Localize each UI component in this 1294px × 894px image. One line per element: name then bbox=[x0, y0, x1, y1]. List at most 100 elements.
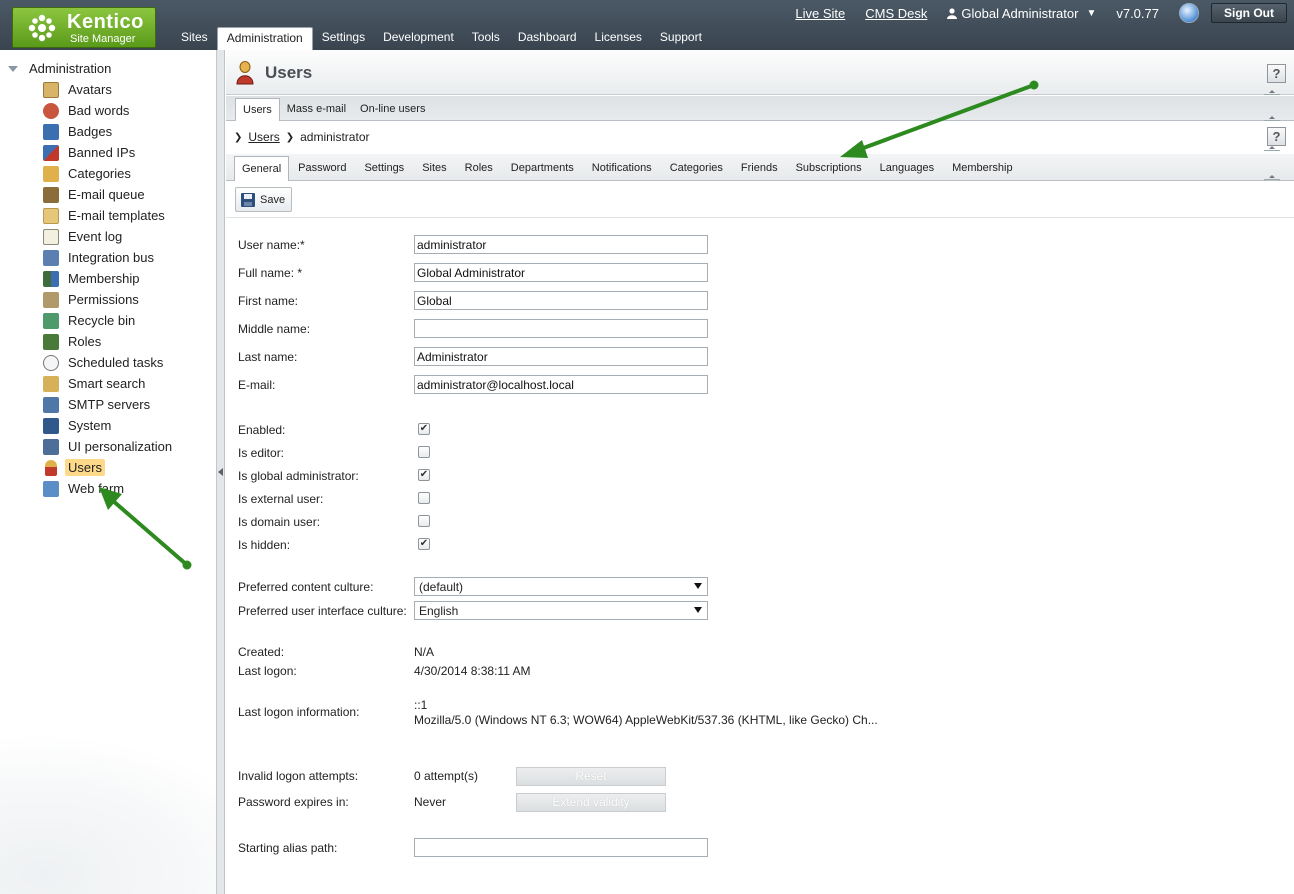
sidebar-item-system[interactable]: System bbox=[43, 415, 175, 436]
sidebar-item-integration-bus[interactable]: Integration bus bbox=[43, 247, 175, 268]
content-culture-value: (default) bbox=[419, 580, 464, 594]
tab-password[interactable]: Password bbox=[289, 156, 355, 181]
sidebar-item-badges[interactable]: Badges bbox=[43, 121, 175, 142]
tab-administration[interactable]: Administration bbox=[216, 27, 313, 50]
tab-subscriptions[interactable]: Subscriptions bbox=[787, 156, 871, 181]
tree-root-label: Administration bbox=[29, 61, 112, 76]
sidebar-item-smart-search[interactable]: Smart search bbox=[43, 373, 175, 394]
starting-alias-input[interactable] bbox=[414, 838, 708, 857]
globe-icon[interactable] bbox=[1179, 3, 1199, 23]
help-button[interactable]: ? bbox=[1267, 127, 1286, 146]
first-name-label: First name: bbox=[238, 294, 299, 308]
first-name-input[interactable] bbox=[414, 291, 708, 310]
tab-settings[interactable]: Settings bbox=[313, 27, 374, 50]
collapse-triangle-icon[interactable] bbox=[8, 65, 18, 72]
is-domain-user-checkbox[interactable] bbox=[418, 515, 430, 527]
tab-categories[interactable]: Categories bbox=[661, 156, 732, 181]
sub-tabs: Users Mass e-mail On-line users bbox=[235, 98, 432, 121]
breadcrumb: ❯ Users ❯ administrator bbox=[234, 130, 369, 144]
tree-root[interactable]: Administration bbox=[8, 61, 111, 76]
tab-general[interactable]: General bbox=[234, 156, 290, 181]
users-icon bbox=[45, 459, 57, 476]
extend-validity-button[interactable]: Extend validity bbox=[516, 793, 666, 812]
kentico-logo[interactable]: Kentico Site Manager bbox=[12, 7, 156, 48]
sidebar-item-label: SMTP servers bbox=[68, 397, 151, 412]
ui-culture-label: Preferred user interface culture: bbox=[238, 604, 407, 618]
content-culture-select[interactable]: (default) bbox=[414, 577, 708, 596]
is-hidden-checkbox[interactable]: ✔ bbox=[418, 538, 430, 550]
sidebar-item-banned-ips[interactable]: Banned IPs bbox=[43, 142, 175, 163]
tab-tools[interactable]: Tools bbox=[463, 27, 509, 50]
tab-mass-email[interactable]: Mass e-mail bbox=[280, 98, 353, 121]
invalid-logon-value: 0 attempt(s) bbox=[414, 769, 479, 783]
sidebar-item-smtp-servers[interactable]: SMTP servers bbox=[43, 394, 175, 415]
breadcrumb-users-link[interactable]: Users bbox=[248, 130, 279, 144]
middle-name-input[interactable] bbox=[414, 319, 708, 338]
full-name-input[interactable] bbox=[414, 263, 708, 282]
is-editor-checkbox[interactable] bbox=[418, 446, 430, 458]
last-name-input[interactable] bbox=[414, 347, 708, 366]
panel-splitter[interactable] bbox=[217, 50, 225, 894]
live-site-link[interactable]: Live Site bbox=[795, 6, 845, 21]
tab-dashboard[interactable]: Dashboard bbox=[509, 27, 586, 50]
tab-languages[interactable]: Languages bbox=[871, 156, 943, 181]
email-label: E-mail: bbox=[238, 378, 276, 392]
sidebar-item-email-queue[interactable]: E-mail queue bbox=[43, 184, 175, 205]
help-button[interactable]: ? bbox=[1267, 64, 1286, 83]
is-external-user-label: Is external user: bbox=[238, 492, 324, 506]
is-global-admin-label: Is global administrator: bbox=[238, 469, 359, 483]
is-global-admin-checkbox[interactable]: ✔ bbox=[418, 469, 430, 481]
sidebar-item-event-log[interactable]: Event log bbox=[43, 226, 175, 247]
title-bar: Users ? bbox=[226, 50, 1294, 95]
reset-button[interactable]: Reset bbox=[516, 767, 666, 786]
sidebar-item-scheduled-tasks[interactable]: Scheduled tasks bbox=[43, 352, 175, 373]
tab-online-users[interactable]: On-line users bbox=[353, 98, 432, 121]
chevron-down-icon bbox=[694, 607, 702, 613]
user-menu[interactable]: Global Administrator ▼ bbox=[947, 6, 1096, 21]
sidebar-item-label: E-mail queue bbox=[68, 187, 145, 202]
sidebar-item-roles[interactable]: Roles bbox=[43, 331, 175, 352]
email-input[interactable] bbox=[414, 375, 708, 394]
kentico-flower-icon bbox=[28, 14, 56, 42]
cms-desk-link[interactable]: CMS Desk bbox=[865, 6, 927, 21]
tab-sites[interactable]: Sites bbox=[413, 156, 455, 181]
permissions-icon bbox=[43, 291, 59, 308]
tab-departments[interactable]: Departments bbox=[502, 156, 583, 181]
sign-out-button[interactable]: Sign Out bbox=[1211, 3, 1287, 23]
last-logon-ip: ::1 bbox=[414, 698, 428, 712]
sidebar-item-avatars[interactable]: Avatars bbox=[43, 79, 175, 100]
user-name-input[interactable] bbox=[414, 235, 708, 254]
tab-licenses[interactable]: Licenses bbox=[586, 27, 651, 50]
sidebar-item-permissions[interactable]: Permissions bbox=[43, 289, 175, 310]
tab-membership[interactable]: Membership bbox=[943, 156, 1022, 181]
tab-support[interactable]: Support bbox=[651, 27, 711, 50]
save-button[interactable]: Save bbox=[235, 187, 292, 212]
sidebar-item-ui-personalization[interactable]: UI personalization bbox=[43, 436, 175, 457]
tab-roles[interactable]: Roles bbox=[456, 156, 502, 181]
is-hidden-label: Is hidden: bbox=[238, 538, 291, 552]
tab-users[interactable]: Users bbox=[235, 98, 280, 121]
sidebar-item-web-farm[interactable]: Web farm bbox=[43, 478, 175, 499]
chevron-right-icon: ❯ bbox=[285, 131, 295, 143]
user-tabs-bar: General Password Settings Sites Roles De… bbox=[226, 154, 1294, 181]
collapse-subtabs-icon[interactable] bbox=[1264, 116, 1280, 125]
sidebar-item-users[interactable]: Users bbox=[43, 457, 175, 478]
tab-friends[interactable]: Friends bbox=[732, 156, 787, 181]
sidebar-item-categories[interactable]: Categories bbox=[43, 163, 175, 184]
sidebar-item-recycle-bin[interactable]: Recycle bin bbox=[43, 310, 175, 331]
sidebar-item-label: Badges bbox=[68, 124, 113, 139]
sidebar-item-bad-words[interactable]: Bad words bbox=[43, 100, 175, 121]
password-expires-label: Password expires in: bbox=[238, 795, 349, 809]
is-external-user-checkbox[interactable] bbox=[418, 492, 430, 504]
tab-settings[interactable]: Settings bbox=[355, 156, 413, 181]
sidebar-item-email-templates[interactable]: E-mail templates bbox=[43, 205, 175, 226]
sidebar-item-membership[interactable]: Membership bbox=[43, 268, 175, 289]
email-queue-icon bbox=[43, 186, 59, 203]
tab-development[interactable]: Development bbox=[374, 27, 463, 50]
tab-sites[interactable]: Sites bbox=[172, 27, 217, 50]
collapse-left-icon[interactable] bbox=[218, 468, 223, 476]
full-name-label: Full name: * bbox=[238, 266, 303, 280]
tab-notifications[interactable]: Notifications bbox=[583, 156, 661, 181]
enabled-checkbox[interactable]: ✔ bbox=[418, 423, 430, 435]
ui-culture-select[interactable]: English bbox=[414, 601, 708, 620]
